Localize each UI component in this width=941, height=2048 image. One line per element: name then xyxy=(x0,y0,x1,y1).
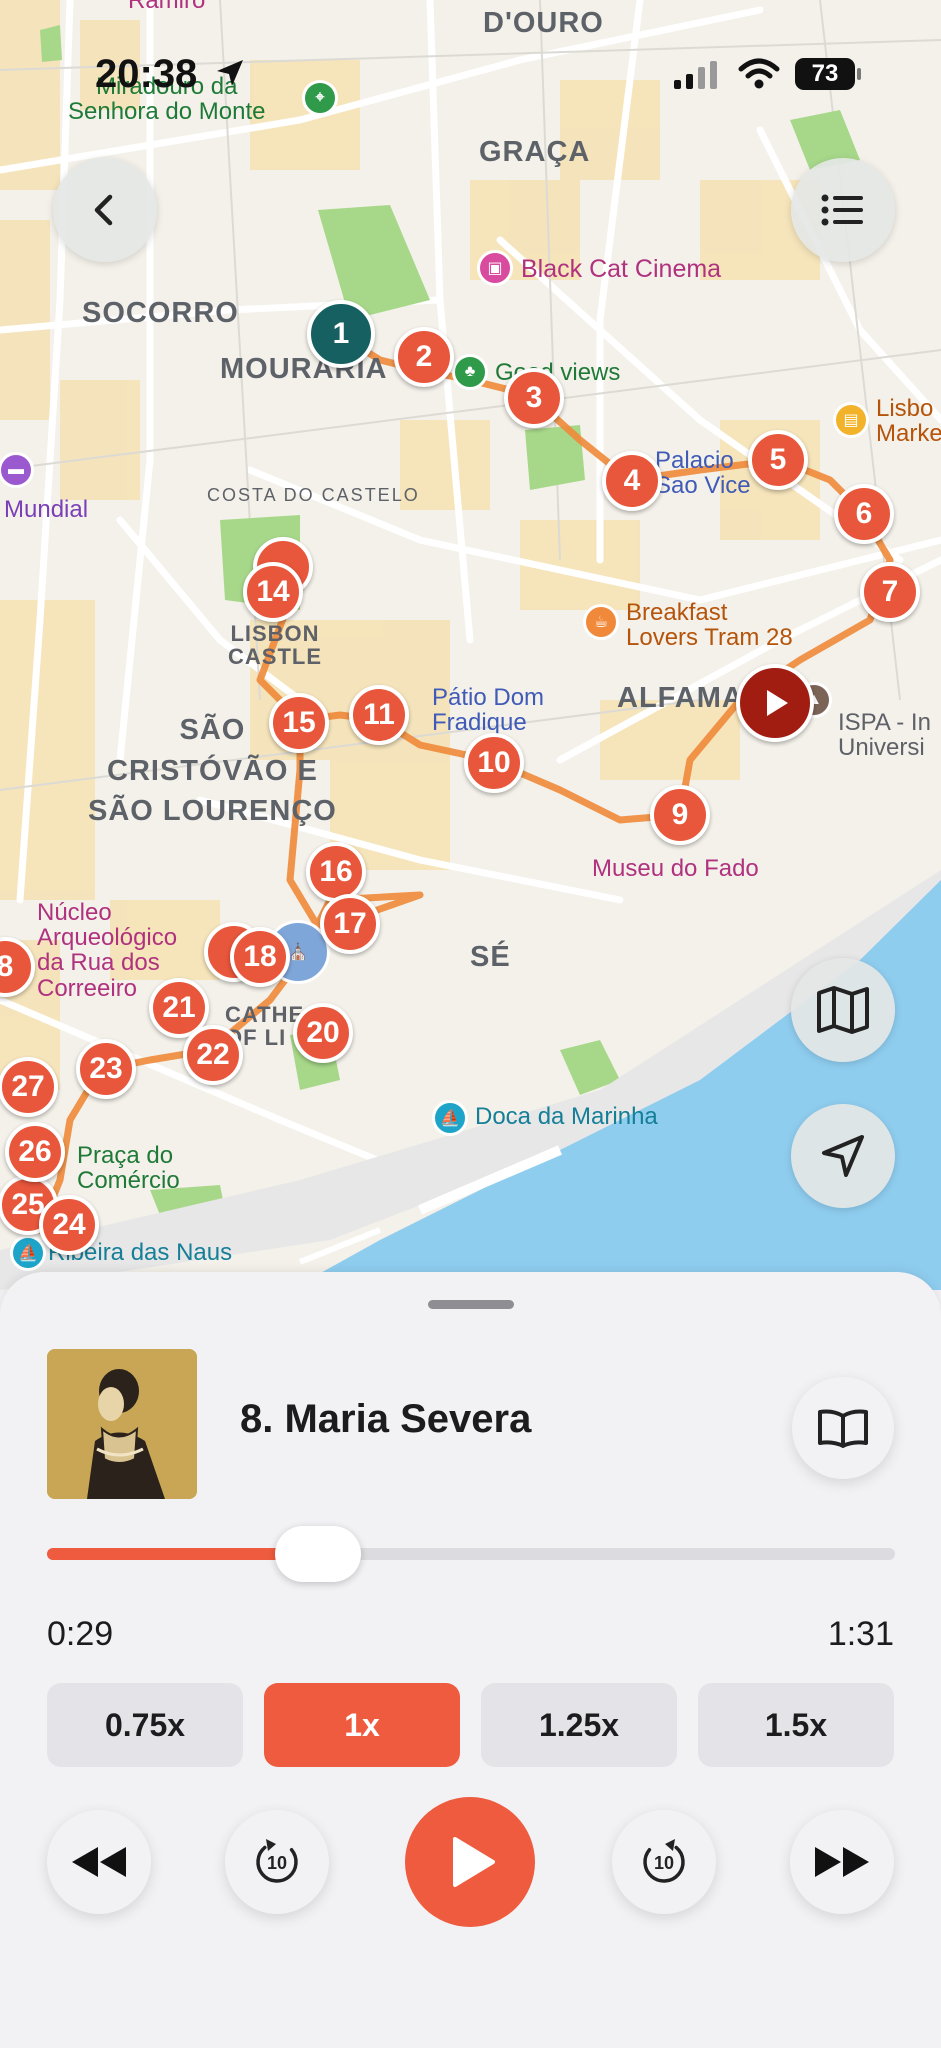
route-stop-pin[interactable]: 14 xyxy=(243,562,303,622)
route-stop-pin[interactable]: 4 xyxy=(602,451,662,511)
cinema-icon[interactable]: ▣ xyxy=(477,250,513,286)
poi-label[interactable]: Black Cat Cinema xyxy=(521,256,721,283)
marina-icon[interactable]: ⛵ xyxy=(10,1235,46,1271)
progress-thumb[interactable] xyxy=(275,1526,362,1582)
navigation-arrow-icon xyxy=(822,1135,864,1177)
location-arrow-icon xyxy=(217,60,243,86)
street-label: COSTA DO CASTELO xyxy=(207,485,420,505)
route-stop-pin[interactable]: 10 xyxy=(464,733,524,793)
chevron-left-icon xyxy=(94,194,113,226)
route-stop-pin[interactable]: 20 xyxy=(293,1003,353,1063)
book-icon xyxy=(818,1409,868,1448)
speed-option-0.75x[interactable]: 0.75x xyxy=(47,1683,243,1767)
district-label: GRAÇA xyxy=(479,136,591,168)
previous-stop-button[interactable] xyxy=(47,1810,151,1914)
poi-label[interactable]: ISPA - In Universi xyxy=(838,710,931,761)
locate-me-button[interactable] xyxy=(791,1104,895,1208)
map-icon xyxy=(817,986,869,1034)
route-stop-pin-start[interactable]: 1 xyxy=(307,300,375,368)
battery-cap xyxy=(857,68,861,80)
route-stop-pin[interactable]: 26 xyxy=(5,1122,65,1182)
svg-text:10: 10 xyxy=(654,1853,674,1873)
list-icon xyxy=(821,194,863,226)
story-title: 8. Maria Severa xyxy=(240,1397,532,1441)
sheet-grabber[interactable] xyxy=(428,1300,514,1309)
svg-text:10: 10 xyxy=(267,1853,287,1873)
skip-back-10-icon: 10 xyxy=(256,1839,298,1883)
speed-option-1x[interactable]: 1x xyxy=(264,1683,460,1767)
poi-label[interactable]: Praça do Comércio xyxy=(77,1143,180,1194)
route-stop-pin[interactable]: 2 xyxy=(394,327,454,387)
skip-back-10-button[interactable]: 10 xyxy=(225,1810,329,1914)
marina-icon[interactable]: ⛵ xyxy=(432,1100,468,1136)
duration-time: 1:31 xyxy=(827,1615,894,1653)
list-button[interactable] xyxy=(791,158,895,262)
skip-forward-10-icon: 10 xyxy=(643,1839,685,1883)
poi-label[interactable]: Núcleo Arqueológico da Rua dos Correeiro xyxy=(37,900,177,1001)
poi-label[interactable]: Museu do Fado xyxy=(592,856,759,881)
route-stop-pin[interactable]: 7 xyxy=(860,562,920,622)
cafe-icon[interactable]: ☕ xyxy=(583,604,619,640)
play-icon xyxy=(453,1837,495,1887)
route-stop-pin[interactable]: 18 xyxy=(230,927,290,987)
speed-option-1.5x[interactable]: 1.5x xyxy=(698,1683,894,1767)
poi-label[interactable]: Pátio Dom Fradique xyxy=(432,685,544,736)
route-stop-pin[interactable]: 17 xyxy=(320,894,380,954)
route-stop-pin[interactable]: 23 xyxy=(76,1039,136,1099)
district-label: ALFAMA xyxy=(617,682,744,714)
poi-label[interactable]: Palacio Sao Vice xyxy=(655,448,751,499)
elapsed-time: 0:29 xyxy=(47,1615,114,1653)
app-root: D'OURO GRAÇA SOCORRO MOURARIA ALFAMA SÃO… xyxy=(0,0,941,2048)
shopping-bag-icon[interactable]: ▤ xyxy=(833,402,869,438)
fast-forward-icon xyxy=(815,1847,869,1877)
play-button[interactable] xyxy=(405,1797,535,1927)
poi-label[interactable]: Breakfast Lovers Tram 28 xyxy=(626,600,793,651)
route-stop-pin[interactable]: 3 xyxy=(504,368,564,428)
portrait-illustration xyxy=(47,1349,197,1499)
status-bar: 20:38 73 xyxy=(0,0,941,120)
player-sheet: 8. Maria Severa xyxy=(0,1272,941,2048)
district-label: SÉ xyxy=(470,941,511,973)
route-stop-pin[interactable]: 15 xyxy=(269,693,329,753)
wifi-icon xyxy=(738,58,780,89)
route-stop-pin[interactable]: 6 xyxy=(834,484,894,544)
poi-label[interactable]: Lisbo Marke xyxy=(876,396,941,447)
poi-label[interactable]: LISBON CASTLE xyxy=(228,622,322,668)
speed-option-1.25x[interactable]: 1.25x xyxy=(481,1683,677,1767)
map-mode-button[interactable] xyxy=(791,958,895,1062)
route-stop-pin[interactable]: 11 xyxy=(349,685,409,745)
progress-slider[interactable] xyxy=(47,1526,895,1582)
district-label: SOCORRO xyxy=(82,297,239,329)
story-thumbnail xyxy=(47,1349,197,1499)
signal-icon xyxy=(674,61,717,89)
back-button[interactable] xyxy=(53,158,157,262)
battery-icon: 73 xyxy=(795,58,855,90)
poi-label[interactable]: Doca da Marinha xyxy=(475,1104,658,1129)
route-stop-pin[interactable]: 27 xyxy=(0,1057,58,1117)
viewpoint-icon[interactable]: ♣ xyxy=(452,354,488,390)
route-stop-pin[interactable]: 5 xyxy=(748,430,808,490)
next-stop-button[interactable] xyxy=(790,1810,894,1914)
map-view[interactable]: D'OURO GRAÇA SOCORRO MOURARIA ALFAMA SÃO… xyxy=(0,0,941,1290)
route-stop-pin[interactable]: 24 xyxy=(39,1195,99,1255)
skip-forward-10-button[interactable]: 10 xyxy=(612,1810,716,1914)
poi-label[interactable]: Mundial xyxy=(4,497,88,522)
rewind-icon xyxy=(72,1847,126,1877)
route-stop-pin[interactable]: 22 xyxy=(183,1025,243,1085)
status-time: 20:38 xyxy=(95,52,198,96)
route-stop-pin[interactable]: 16 xyxy=(306,842,366,902)
route-stop-pin[interactable]: 9 xyxy=(650,785,710,845)
current-stop-play-icon[interactable] xyxy=(736,664,814,742)
read-text-button[interactable] xyxy=(792,1377,894,1479)
